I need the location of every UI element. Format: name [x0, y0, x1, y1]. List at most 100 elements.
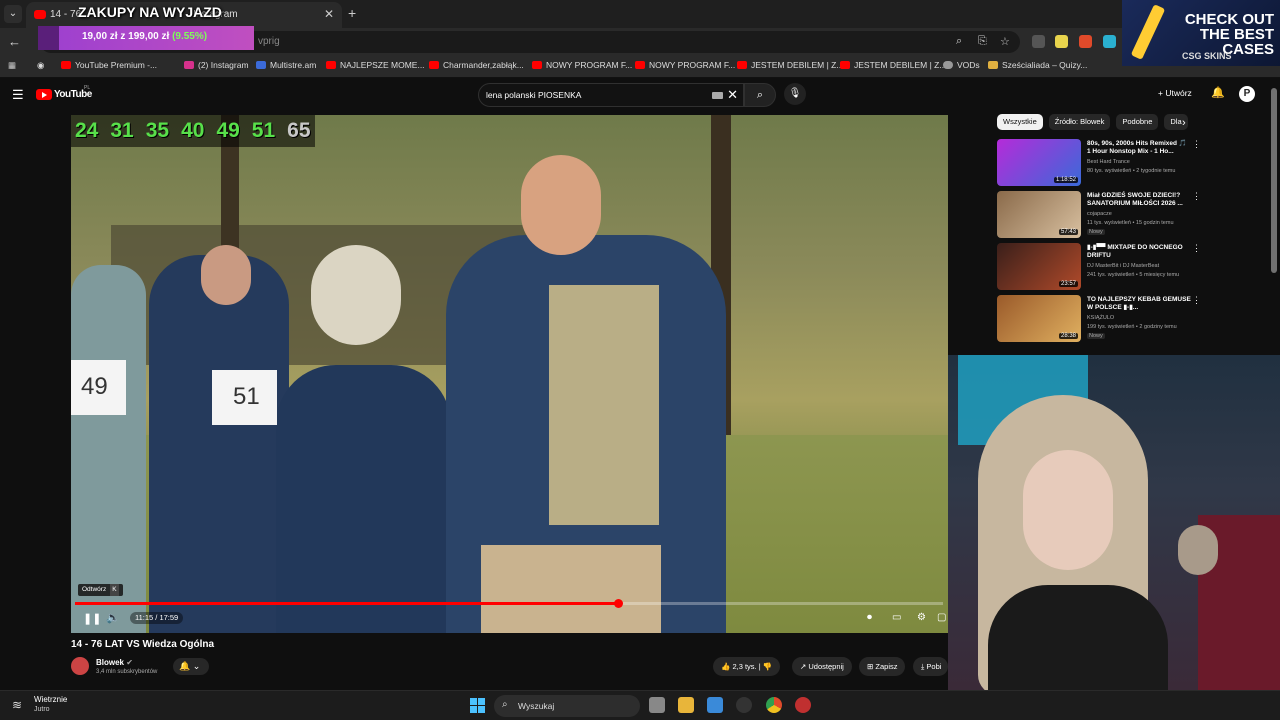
more-options-icon[interactable]: ⋮ [1192, 243, 1201, 254]
promo-banner: CHECK OUT THE BEST CASES CSG SKINS [1122, 0, 1280, 66]
rec-channel[interactable]: DJ MasterBit i DJ MasterBeat [1087, 263, 1159, 269]
number-sign-text: 49 [81, 373, 108, 400]
share-button[interactable]: ↗ Udostępnij [792, 657, 852, 676]
zoom-icon[interactable]: ⌕ [956, 35, 962, 48]
close-tab-icon[interactable]: ✕ [324, 7, 334, 21]
youtube-icon [326, 61, 336, 69]
app-icon[interactable] [795, 697, 811, 713]
account-avatar[interactable]: P [1239, 86, 1255, 102]
chrome-icon[interactable] [766, 697, 782, 713]
settings-gear-icon[interactable]: ⚙ [917, 612, 926, 623]
notifications-bell-icon[interactable]: 🔔 [1211, 86, 1225, 99]
file-explorer-icon[interactable] [678, 697, 694, 713]
video-thumbnail[interactable]: 23:57 [997, 243, 1081, 290]
tab-search-button[interactable]: ⌄ [4, 5, 22, 23]
store-icon[interactable] [707, 697, 723, 713]
more-options-icon[interactable]: ⋮ [1192, 295, 1201, 306]
video-player[interactable]: 49 51 [71, 115, 948, 633]
taskbar-search[interactable]: ⌕ Wyszukaj [494, 695, 640, 717]
weather-title[interactable]: Wietrznie [34, 695, 67, 704]
menu-icon[interactable]: ☰ [12, 87, 24, 103]
rec-channel[interactable]: cojapacze [1087, 211, 1112, 217]
rec-title[interactable]: Miał GDZIEŚ SWOJE DZIECI!? SANATORIUM MI… [1087, 192, 1191, 208]
voice-search-button[interactable]: 🎙 [784, 83, 806, 105]
volume-icon[interactable]: 🔈 [106, 611, 120, 624]
chip-source[interactable]: Źródło: Blowek [1048, 114, 1111, 130]
bookmark-item[interactable]: Multistre.am [256, 60, 316, 70]
chevron-right-icon[interactable]: › [1182, 117, 1186, 129]
bookmark-item[interactable]: NOWY PROGRAM F... [635, 60, 735, 70]
extension-icon[interactable] [1103, 35, 1116, 48]
bookmark-icon[interactable]: ◉ [37, 60, 44, 71]
rec-title[interactable]: TO NAJLEPSZY KEBAB GEMUSE W POLSCE ▮-▮..… [1087, 296, 1191, 312]
channel-name[interactable]: Blowek ✔ [96, 658, 133, 667]
page-scrollbar[interactable] [1271, 88, 1277, 273]
like-button[interactable]: 👍 2,3 tys. | 👎 [713, 657, 781, 676]
new-tab-icon[interactable]: + [348, 5, 356, 21]
miniplayer-icon[interactable]: ▢ [937, 612, 946, 623]
extension-icon[interactable] [1079, 35, 1092, 48]
bookmark-item[interactable]: (2) Instagram [184, 60, 249, 70]
number-label: 40 [181, 119, 205, 142]
bookmark-item[interactable]: JESTEM DEBILEM | Z... [840, 60, 946, 70]
bookmark-item[interactable]: NOWY PROGRAM F... [532, 60, 632, 70]
search-button[interactable]: ⌕ [744, 83, 776, 107]
bookmark-item[interactable]: VODs [943, 60, 980, 70]
instagram-icon [184, 61, 194, 69]
video-title: 14 - 76 LAT VS Wiedza Ogólna [71, 639, 215, 650]
app-icon[interactable] [736, 697, 752, 713]
save-button[interactable]: ⊞ Zapisz [859, 657, 906, 676]
bookmark-item[interactable]: YouTube Premium -... [61, 60, 157, 70]
youtube-logo-icon[interactable] [36, 89, 52, 100]
search-input[interactable]: lena polanski PIOSENKA ✕ [478, 83, 744, 107]
chip-all[interactable]: Wszystkie [997, 114, 1043, 130]
download-icon: ⤓ [921, 662, 925, 671]
start-menu-icon[interactable] [470, 698, 485, 713]
number-sign-text: 51 [233, 383, 260, 410]
bookmark-item[interactable]: NAJLEPSZE MOME... [326, 60, 425, 70]
multistream-icon [256, 61, 266, 69]
subtitles-icon[interactable]: ▭ [892, 612, 901, 623]
channel-avatar[interactable] [71, 657, 89, 675]
install-icon[interactable]: ⎘ [978, 35, 987, 48]
back-arrow-icon[interactable]: ← [8, 34, 21, 49]
more-options-icon[interactable]: ⋮ [1192, 191, 1201, 202]
pause-icon[interactable]: ❚❚ [83, 612, 101, 625]
keyboard-icon[interactable] [712, 92, 723, 99]
chip-similar[interactable]: Podobne [1116, 114, 1159, 130]
video-thumbnail[interactable]: 57:43 [997, 191, 1081, 238]
more-options-icon[interactable]: ⋮ [1192, 139, 1201, 150]
clear-search-icon[interactable]: ✕ [727, 87, 738, 103]
video-thumbnail[interactable]: 1:18:52 [997, 139, 1081, 186]
rec-title[interactable]: 80s, 90s, 2000s Hits Remixed 🎵 1 Hour No… [1087, 140, 1191, 156]
weather-wind-icon[interactable]: ≋ [12, 698, 22, 712]
rec-channel[interactable]: KSIĄŻULO [1087, 315, 1114, 321]
rec-channel[interactable]: Best Hard Trance [1087, 159, 1130, 165]
youtube-icon [840, 61, 850, 69]
download-button[interactable]: ⤓ Pobi [913, 657, 948, 676]
task-view-icon[interactable] [649, 697, 665, 713]
region-code: PL [84, 85, 91, 91]
bookmark-item[interactable]: Charmander,zabłąk... [429, 60, 524, 70]
recommended-video[interactable]: 1:18:52 80s, 90s, 2000s Hits Remixed 🎵 1… [997, 139, 1201, 187]
autoplay-icon[interactable]: ⏺ [867, 612, 872, 623]
bookmark-item[interactable]: JESTEM DEBILEM | Z... [737, 60, 843, 70]
thumbs-down-icon: 👎 [762, 662, 773, 671]
rec-meta: 11 tys. wyświetleń • 15 godzin temu [1087, 220, 1174, 226]
recommended-video[interactable]: 57:43 Miał GDZIEŚ SWOJE DZIECI!? SANATOR… [997, 191, 1201, 239]
search-icon: ⌕ [502, 699, 508, 710]
subscribe-bell-button[interactable]: 🔔 ⌄ [173, 658, 209, 675]
rec-title[interactable]: ▮-▮▀▀ MIXTAPE DO NOCNEGO DRIFTU [1087, 244, 1191, 260]
extension-icon[interactable] [1055, 35, 1068, 48]
bookmark-star-icon[interactable]: ☆ [1000, 35, 1010, 48]
create-button[interactable]: + Utwórz [1158, 88, 1192, 98]
apps-grid-icon[interactable]: ▦ [8, 60, 16, 71]
mic-icon: 🎙 [788, 88, 802, 99]
bookmark-item[interactable]: Sześcialiada – Quizy... [988, 60, 1087, 70]
recommended-video[interactable]: 28:38 TO NAJLEPSZY KEBAB GEMUSE W POLSCE… [997, 295, 1201, 343]
recommended-video[interactable]: 23:57 ▮-▮▀▀ MIXTAPE DO NOCNEGO DRIFTU DJ… [997, 243, 1201, 291]
new-badge: Nowy [1087, 333, 1105, 339]
video-thumbnail[interactable]: 28:38 [997, 295, 1081, 342]
youtube-icon [429, 61, 439, 69]
extension-icon[interactable] [1032, 35, 1045, 48]
